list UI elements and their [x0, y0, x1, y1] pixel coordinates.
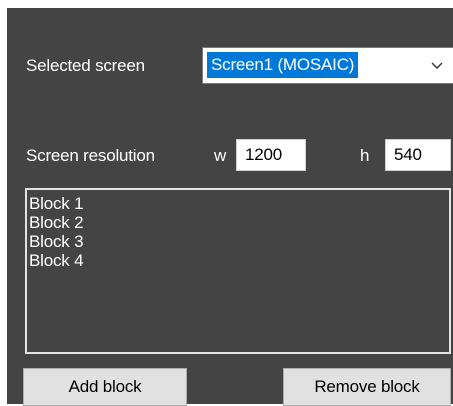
add-block-button[interactable]: Add block: [23, 368, 187, 406]
settings-panel: Selected screen Screen1 (MOSAIC) Screen …: [7, 8, 453, 406]
block-list[interactable]: Block 1 Block 2 Block 3 Block 4: [25, 188, 451, 354]
width-label: w: [214, 146, 227, 165]
selected-screen-label: Selected screen: [26, 56, 145, 75]
list-item-block-1[interactable]: Block 1: [29, 194, 449, 213]
height-label: h: [360, 146, 370, 165]
list-item-block-4[interactable]: Block 4: [29, 251, 449, 270]
screen-select-value: Screen1 (MOSAIC): [207, 52, 359, 78]
height-input[interactable]: 540: [385, 139, 451, 171]
list-item-block-2[interactable]: Block 2: [29, 213, 449, 232]
chevron-down-icon: [431, 62, 443, 69]
screen-select[interactable]: Screen1 (MOSAIC): [202, 47, 453, 84]
width-input[interactable]: 1200: [236, 139, 306, 171]
screen-resolution-label: Screen resolution: [26, 146, 155, 165]
remove-block-button[interactable]: Remove block: [283, 368, 451, 406]
list-item-block-3[interactable]: Block 3: [29, 232, 449, 251]
